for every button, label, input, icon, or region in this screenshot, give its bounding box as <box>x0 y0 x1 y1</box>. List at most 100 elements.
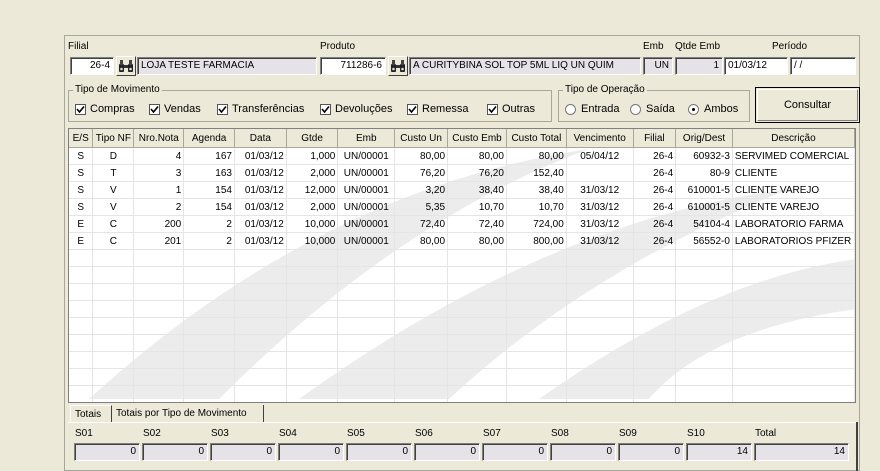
checkbox-vendas[interactable]: Vendas <box>149 103 201 115</box>
column-header[interactable]: Descrição <box>732 129 855 148</box>
total-label: S09 <box>619 428 637 439</box>
table-cell: 01/03/12 <box>234 147 287 165</box>
total-label: S01 <box>75 428 93 439</box>
table-cell: 26-4 <box>633 198 677 216</box>
table-cell: CLIENTE VAREJO <box>732 198 855 216</box>
checkbox-compras[interactable]: Compras <box>75 103 135 115</box>
total-value-field: 0 <box>618 443 684 461</box>
column-header[interactable]: Nro.Nota <box>133 129 185 148</box>
table-cell: 31/03/12 <box>566 198 634 216</box>
column-header[interactable]: E/S <box>69 129 94 148</box>
table-cell: CLIENTE VAREJO <box>732 181 855 199</box>
checkbox-transferências[interactable]: Transferências <box>217 103 304 115</box>
checkbox-box[interactable] <box>320 103 331 115</box>
empty-row <box>69 385 855 402</box>
total-value-field: 0 <box>278 443 344 461</box>
column-header[interactable]: Custo Total <box>506 129 567 148</box>
column-header[interactable]: Emb <box>337 129 396 148</box>
column-header[interactable]: Agenda <box>183 129 235 148</box>
periodo-from-field[interactable]: 01/03/12 <box>724 57 788 75</box>
table-cell: 12,000 <box>286 181 339 199</box>
table-row[interactable]: S V 2 154 01/03/12 2,000 UN/00001 5,35 10,70 10,7… <box>69 198 855 216</box>
emb-field: UN <box>643 57 673 75</box>
table-cell: S <box>69 198 94 216</box>
column-header[interactable]: Vencimento <box>566 129 634 148</box>
qtde-emb-field: 1 <box>675 57 723 75</box>
table-cell: 01/03/12 <box>234 232 287 250</box>
checkbox-remessa[interactable]: Remessa <box>407 103 468 115</box>
total-value-field: 0 <box>346 443 412 461</box>
table-cell: T <box>92 164 135 182</box>
empty-row <box>69 300 855 318</box>
table-cell: 60932-3 <box>675 147 733 165</box>
total-value-field: 0 <box>74 443 140 461</box>
total-label: S05 <box>347 428 365 439</box>
empty-row <box>69 266 855 284</box>
checkbox-box[interactable] <box>75 103 86 115</box>
total-label: S07 <box>483 428 501 439</box>
column-header[interactable]: Custo Un <box>394 129 449 148</box>
column-header[interactable]: Data <box>234 129 287 148</box>
column-header[interactable]: Tipo NF <box>92 129 135 148</box>
table-cell: 167 <box>183 147 235 165</box>
column-header[interactable]: Orig/Dest <box>675 129 733 148</box>
table-cell: 01/03/12 <box>234 215 287 233</box>
column-header[interactable]: Filial <box>633 129 677 148</box>
table-row[interactable]: E C 201 2 01/03/12 10,000 UN/00001 80,00 80,00 80… <box>69 232 855 250</box>
table-cell: SERVIMED COMERCIAL <box>732 147 855 165</box>
table-cell: 76,20 <box>394 164 449 182</box>
checkbox-label: Outras <box>502 103 536 115</box>
table-cell: 2 <box>183 215 235 233</box>
total-label: Total <box>755 428 777 439</box>
tab-totais[interactable]: Totais <box>70 405 112 422</box>
checkbox-box[interactable] <box>149 103 160 115</box>
filial-code-field[interactable]: 26-4 <box>70 57 114 75</box>
checkbox-outras[interactable]: Outras <box>487 103 535 115</box>
total-value-field: 14 <box>686 443 752 461</box>
table-cell: 610001-5 <box>675 181 733 199</box>
table-row[interactable]: E C 200 2 01/03/12 10,000 UN/00001 72,40 72,40 72… <box>69 215 855 233</box>
table-cell: 31/03/12 <box>566 215 634 233</box>
periodo-to-field[interactable]: / / <box>790 57 856 75</box>
movements-grid[interactable]: E/S Tipo NF Nro.Nota Agenda Data Gtde Emb Custo… <box>68 128 856 403</box>
table-cell: 01/03/12 <box>234 198 287 216</box>
radio-circle[interactable] <box>630 103 641 115</box>
produto-search-button[interactable] <box>388 56 408 76</box>
total-label: S10 <box>687 428 705 439</box>
table-cell: 10,70 <box>447 198 507 216</box>
tab-totais-por-tipo[interactable]: Totais por Tipo de Movimento <box>112 405 264 422</box>
checkbox-box[interactable] <box>487 103 498 115</box>
table-row[interactable]: S T 3 163 01/03/12 2,000 UN/00001 76,20 76,20 152… <box>69 164 855 182</box>
table-cell: 154 <box>183 181 235 199</box>
table-cell: 05/04/12 <box>566 147 634 165</box>
table-cell: UN/00001 <box>337 181 396 199</box>
table-cell: 26-4 <box>633 232 677 250</box>
column-header[interactable]: Gtde <box>286 129 339 148</box>
produto-code-field[interactable]: 711286-6 <box>320 57 386 75</box>
table-cell: V <box>92 181 135 199</box>
empty-row <box>69 317 855 335</box>
radio-circle[interactable] <box>565 103 576 115</box>
table-row[interactable]: S D 4 167 01/03/12 1,000 UN/00001 80,00 80,00 80,… <box>69 147 855 165</box>
checkbox-devoluções[interactable]: Devoluções <box>320 103 392 115</box>
radio-circle[interactable] <box>688 103 699 115</box>
radio-label: Ambos <box>704 103 739 115</box>
filial-search-button[interactable] <box>116 56 136 76</box>
total-value-field: 0 <box>550 443 616 461</box>
table-cell: 72,40 <box>394 215 449 233</box>
radio-entrada[interactable]: Entrada <box>565 103 620 115</box>
consultar-button[interactable]: Consultar <box>755 87 860 123</box>
table-cell: 72,40 <box>447 215 507 233</box>
column-header[interactable]: Custo Emb <box>447 129 507 148</box>
table-cell: 800,00 <box>506 232 567 250</box>
table-cell: 200 <box>133 215 185 233</box>
table-row[interactable]: S V 1 154 01/03/12 12,000 UN/00001 3,20 38,40 38,… <box>69 181 855 199</box>
filial-label: Filial <box>68 41 89 52</box>
radio-ambos[interactable]: Ambos <box>688 103 738 115</box>
radio-saída[interactable]: Saída <box>630 103 675 115</box>
checkbox-box[interactable] <box>217 103 228 115</box>
table-cell: E <box>69 232 94 250</box>
table-cell: 31/03/12 <box>566 232 634 250</box>
binoculars-icon <box>391 60 405 72</box>
checkbox-box[interactable] <box>407 103 418 115</box>
